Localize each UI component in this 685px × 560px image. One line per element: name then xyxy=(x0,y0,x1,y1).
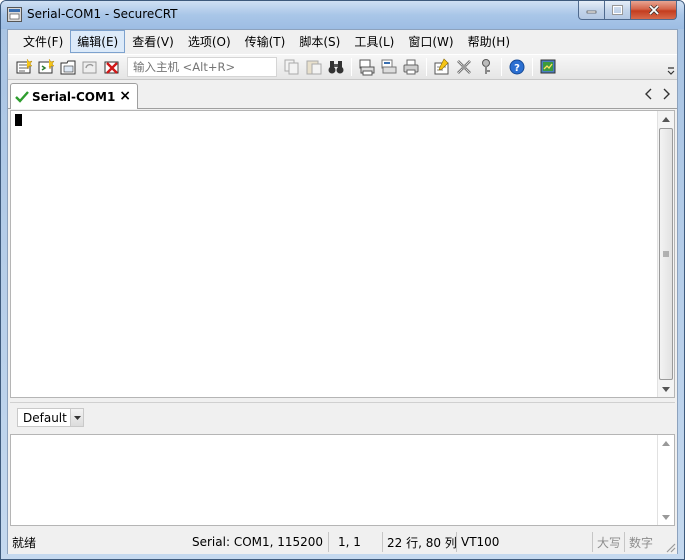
tab-scroll-right-icon[interactable] xyxy=(661,88,671,100)
paste-button[interactable] xyxy=(303,56,325,78)
printer-icon xyxy=(403,59,419,75)
tab-connect-icon xyxy=(60,60,76,75)
reconnect-icon xyxy=(82,61,97,74)
grip-lines-icon xyxy=(663,251,669,257)
menu-script[interactable]: 脚本(S) xyxy=(292,30,347,53)
scroll-up-icon xyxy=(662,116,670,122)
session-tab-bar: Serial-COM1 × xyxy=(8,81,677,109)
status-cursor-position: 1, 1 xyxy=(328,532,382,552)
reconnect-button[interactable] xyxy=(79,56,101,78)
session-select-value: Default xyxy=(23,410,67,425)
print-screen-icon xyxy=(359,59,375,76)
maximize-button[interactable] xyxy=(605,1,631,20)
help-icon: ? xyxy=(509,59,525,75)
connect-in-tab-button[interactable] xyxy=(57,56,79,78)
copy-icon xyxy=(284,59,299,75)
scroll-up-icon xyxy=(662,440,670,446)
quick-connect-button[interactable] xyxy=(35,56,57,78)
find-button[interactable] xyxy=(325,56,347,78)
dropdown-button[interactable] xyxy=(70,409,83,426)
minimize-icon xyxy=(586,10,597,14)
status-connection: Serial: COM1, 115200 xyxy=(192,535,324,549)
status-ready: 就绪 xyxy=(12,535,37,550)
command-window-bar: Default xyxy=(10,402,675,431)
app-window: Serial-COM1 - SecureCRT 文件(F) 编辑(E) 查看(V… xyxy=(0,0,685,560)
menu-file[interactable]: 文件(F) xyxy=(16,30,70,53)
status-bar: 就绪 Serial: COM1, 115200 1, 1 22 行, 80 列 … xyxy=(8,530,677,554)
scroll-down-icon xyxy=(662,386,670,392)
terminal-cursor xyxy=(15,114,22,126)
close-button[interactable] xyxy=(631,1,677,20)
disconnect-button[interactable] xyxy=(101,56,123,78)
tab-serial-com1[interactable]: Serial-COM1 × xyxy=(10,83,138,109)
session-options-icon xyxy=(434,58,449,75)
client-area: 文件(F) 编辑(E) 查看(V) 选项(O) 传输(T) 脚本(S) 工具(L… xyxy=(7,29,678,554)
menu-tools[interactable]: 工具(L) xyxy=(347,30,401,53)
print-selection-icon xyxy=(381,59,397,74)
minimize-button[interactable] xyxy=(578,1,605,20)
connect-button[interactable] xyxy=(13,56,35,78)
toolbar-separator xyxy=(501,58,502,76)
menu-transfer[interactable]: 传输(T) xyxy=(238,30,293,53)
host-input[interactable] xyxy=(127,57,277,77)
status-emulation: VT100 xyxy=(456,532,592,552)
svg-text:?: ? xyxy=(514,63,520,74)
toolbar-separator xyxy=(426,58,427,76)
scroll-down-icon xyxy=(662,514,670,520)
keymap-button[interactable] xyxy=(475,56,497,78)
window-controls xyxy=(578,1,677,21)
global-options-icon xyxy=(457,60,471,74)
copy-button[interactable] xyxy=(281,56,303,78)
title-bar[interactable]: Serial-COM1 - SecureCRT xyxy=(1,1,684,29)
key-icon xyxy=(482,59,490,74)
menu-window[interactable]: 窗口(W) xyxy=(401,30,460,53)
menu-bar: 文件(F) 编辑(E) 查看(V) 选项(O) 传输(T) 脚本(S) 工具(L… xyxy=(8,30,677,53)
toolbar-separator xyxy=(532,58,533,76)
chevron-down-icon xyxy=(73,415,81,420)
screen-icon xyxy=(540,59,556,74)
tab-label: Serial-COM1 xyxy=(32,89,116,104)
toolbar: ? xyxy=(8,54,677,80)
terminal-scrollbar[interactable] xyxy=(657,111,674,397)
status-caps-lock: 大写 xyxy=(592,532,624,552)
resize-grip-icon[interactable] xyxy=(664,541,676,553)
menu-view[interactable]: 查看(V) xyxy=(125,30,181,53)
command-window[interactable] xyxy=(10,434,675,526)
scrollbar-thumb[interactable] xyxy=(659,128,673,380)
print-button[interactable] xyxy=(400,56,422,78)
securecrt-app-icon[interactable] xyxy=(7,7,22,22)
quick-connect-icon xyxy=(38,58,55,74)
maximize-icon xyxy=(612,5,623,15)
binoculars-icon xyxy=(328,61,344,74)
menu-options[interactable]: 选项(O) xyxy=(181,30,238,53)
connected-check-icon xyxy=(15,90,29,103)
terminal-view[interactable] xyxy=(10,110,675,398)
tab-close-button[interactable]: × xyxy=(119,88,131,104)
scroll-down-button[interactable] xyxy=(658,381,674,397)
global-options-button[interactable] xyxy=(453,56,475,78)
window-title: Serial-COM1 - SecureCRT xyxy=(27,7,178,21)
scroll-up-button[interactable] xyxy=(658,111,674,127)
help-button[interactable]: ? xyxy=(506,56,528,78)
toolbar-overflow-icon[interactable] xyxy=(667,61,675,75)
menu-help[interactable]: 帮助(H) xyxy=(461,30,517,53)
print-screen-button[interactable] xyxy=(356,56,378,78)
print-selection-button[interactable] xyxy=(378,56,400,78)
tab-scroll-left-icon[interactable] xyxy=(644,88,654,100)
menu-edit[interactable]: 编辑(E) xyxy=(70,30,126,53)
disconnect-icon xyxy=(104,61,119,74)
session-options-button[interactable] xyxy=(431,56,453,78)
cmd-scroll-down-button[interactable] xyxy=(658,509,674,525)
paste-icon xyxy=(306,60,322,75)
close-icon xyxy=(648,4,659,15)
connect-icon xyxy=(16,58,33,74)
toolbar-separator xyxy=(351,58,352,76)
screen-button[interactable] xyxy=(537,56,559,78)
command-window-scrollbar[interactable] xyxy=(657,435,674,525)
status-terminal-size: 22 行, 80 列 xyxy=(382,532,457,552)
status-num-lock: 数字 xyxy=(624,532,658,552)
cmd-scroll-up-button[interactable] xyxy=(658,435,674,451)
session-select[interactable]: Default xyxy=(17,408,84,427)
